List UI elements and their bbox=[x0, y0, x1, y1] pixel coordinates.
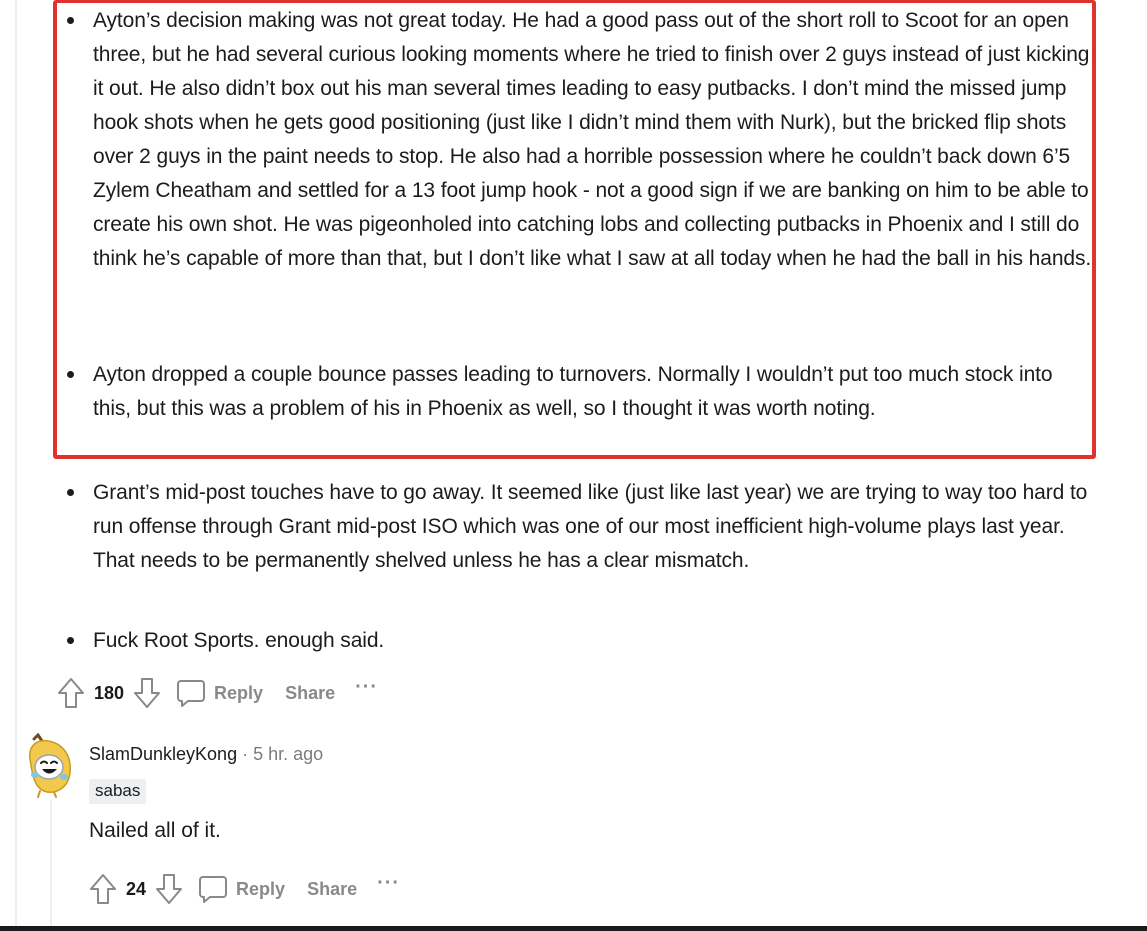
list-item: Fuck Root Sports. enough said. bbox=[67, 624, 1093, 658]
downvote-icon[interactable] bbox=[152, 870, 186, 908]
timestamp-link[interactable]: 5 hr. ago bbox=[253, 744, 323, 765]
avatar[interactable] bbox=[24, 732, 76, 799]
bullet-icon bbox=[67, 637, 74, 644]
list-item-text: Fuck Root Sports. enough said. bbox=[93, 629, 385, 652]
username-link[interactable]: SlamDunkleyKong bbox=[89, 744, 237, 765]
share-button[interactable]: Share bbox=[307, 879, 357, 900]
vote-count: 180 bbox=[94, 682, 125, 703]
upvote-icon[interactable] bbox=[86, 870, 120, 908]
reply-button[interactable]: Reply bbox=[214, 683, 263, 704]
more-dots-icon[interactable]: ··· bbox=[355, 676, 378, 699]
reply-button[interactable]: Reply bbox=[236, 879, 285, 900]
share-button[interactable]: Share bbox=[285, 683, 335, 704]
separator: · bbox=[242, 744, 249, 764]
comment-action-bar: 180 Reply Share ··· bbox=[54, 674, 378, 712]
list-item: Grant’s mid-post touches have to go away… bbox=[67, 476, 1093, 612]
comment-bubble-icon[interactable] bbox=[174, 674, 208, 712]
downvote-icon[interactable] bbox=[130, 674, 164, 712]
vote-count: 24 bbox=[126, 878, 147, 899]
bottom-border bbox=[0, 926, 1147, 931]
reply-header: SlamDunkleyKong · 5 hr. ago bbox=[89, 744, 323, 765]
thread-line[interactable] bbox=[15, 0, 17, 926]
comment-bubble-icon[interactable] bbox=[196, 870, 230, 908]
list-item-text: Grant’s mid-post touches have to go away… bbox=[93, 481, 1088, 572]
upvote-icon[interactable] bbox=[54, 674, 88, 712]
reply-action-bar: 24 Reply Share ··· bbox=[86, 870, 400, 908]
bullet-icon bbox=[67, 489, 74, 496]
highlight-annotation-box bbox=[53, 0, 1096, 459]
reply-thread-line[interactable] bbox=[50, 800, 52, 926]
more-dots-icon[interactable]: ··· bbox=[377, 872, 400, 895]
user-flair: sabas bbox=[89, 779, 147, 804]
reply-text: Nailed all of it. bbox=[89, 819, 221, 842]
